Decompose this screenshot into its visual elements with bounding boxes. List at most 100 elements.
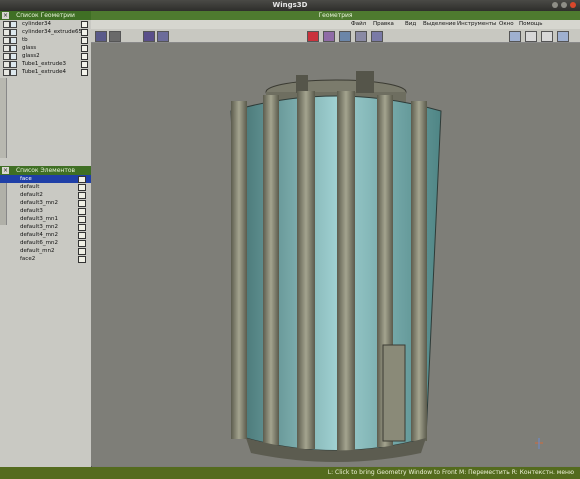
materials-list: face default default2 default3_mn2 defau… bbox=[0, 175, 91, 466]
lock-icon[interactable] bbox=[10, 45, 17, 52]
face-mode-icon[interactable] bbox=[143, 31, 155, 42]
menu-edit[interactable]: Правка bbox=[373, 20, 394, 29]
eye-icon[interactable] bbox=[3, 53, 10, 60]
material-checkbox[interactable] bbox=[78, 224, 86, 231]
list-item[interactable]: glass2 bbox=[0, 52, 91, 60]
material-checkbox[interactable] bbox=[78, 256, 86, 263]
ortho-view-icon[interactable] bbox=[307, 31, 319, 42]
list-item[interactable]: cylinder34 bbox=[0, 20, 91, 28]
lock-icon[interactable] bbox=[10, 29, 17, 36]
menu-window[interactable]: Окно bbox=[499, 20, 514, 29]
menu-select[interactable]: Выделение bbox=[423, 20, 456, 29]
material-checkbox[interactable] bbox=[78, 248, 86, 255]
material-label: default4_mn2 bbox=[20, 232, 58, 238]
wire-toggle[interactable] bbox=[81, 37, 88, 44]
geometry-window-header: Геометрия bbox=[91, 11, 580, 20]
list-item[interactable]: Tube1_extrude3 bbox=[0, 60, 91, 68]
eye-icon[interactable] bbox=[3, 21, 10, 28]
list-item[interactable]: cylinder34_extrude65 bbox=[0, 28, 91, 36]
menu-view[interactable]: Вид bbox=[405, 20, 416, 29]
object-label: Tube1_extrude4 bbox=[22, 69, 66, 75]
material-checkbox[interactable] bbox=[78, 176, 86, 183]
list-item[interactable]: default3_mn1 bbox=[0, 215, 91, 223]
outliner-header: × Список Геометрии bbox=[0, 11, 91, 20]
list-item[interactable]: default3 bbox=[0, 207, 91, 215]
wire-toggle[interactable] bbox=[81, 69, 88, 76]
wire-toggle[interactable] bbox=[81, 29, 88, 36]
close-icon[interactable]: × bbox=[2, 12, 9, 19]
list-item[interactable]: default6_mn2 bbox=[0, 239, 91, 247]
materials-title: Список Элементов bbox=[15, 167, 76, 174]
object-label: tb bbox=[22, 37, 28, 43]
lock-icon[interactable] bbox=[10, 61, 17, 68]
close-icon[interactable]: × bbox=[2, 167, 9, 174]
material-label: default3_mn1 bbox=[20, 216, 58, 222]
material-checkbox[interactable] bbox=[78, 232, 86, 239]
list-item[interactable]: default3_mn2 bbox=[0, 223, 91, 231]
groundplane-icon[interactable] bbox=[355, 31, 367, 42]
lock-icon[interactable] bbox=[10, 53, 17, 60]
body-mode-icon[interactable] bbox=[157, 31, 169, 42]
list-item[interactable]: default3_mn2 bbox=[0, 199, 91, 207]
material-label: default2 bbox=[20, 192, 43, 198]
lock-icon[interactable] bbox=[10, 21, 17, 28]
materials-header: × Список Элементов bbox=[0, 166, 91, 175]
list-item[interactable]: glass bbox=[0, 44, 91, 52]
menu-file[interactable]: Файл bbox=[351, 20, 366, 29]
menu-tools[interactable]: Инструменты bbox=[457, 20, 496, 29]
material-label: default_mn2 bbox=[20, 248, 55, 254]
vertex-mode-icon[interactable] bbox=[95, 31, 107, 42]
material-label: face bbox=[20, 176, 32, 182]
toolbar bbox=[91, 29, 580, 43]
object-label: glass bbox=[22, 45, 37, 51]
list-item[interactable]: face bbox=[0, 175, 91, 183]
menu-help[interactable]: Помощь bbox=[519, 20, 542, 29]
material-label: default6_mn2 bbox=[20, 240, 58, 246]
eye-icon[interactable] bbox=[3, 61, 10, 68]
axes-icon[interactable] bbox=[371, 31, 383, 42]
left-sidebar: × Список Геометрии cylinder34 cylinder34… bbox=[0, 11, 92, 467]
list-item[interactable]: default_mn2 bbox=[0, 247, 91, 255]
tower-model bbox=[230, 71, 543, 462]
material-checkbox[interactable] bbox=[78, 216, 86, 223]
eye-icon[interactable] bbox=[3, 37, 10, 44]
eye-icon[interactable] bbox=[3, 45, 10, 52]
open-icon[interactable] bbox=[541, 31, 553, 42]
material-checkbox[interactable] bbox=[78, 184, 86, 191]
eye-icon[interactable] bbox=[3, 29, 10, 36]
save-icon[interactable] bbox=[525, 31, 537, 42]
material-label: default3_mn2 bbox=[20, 200, 58, 206]
geometry-window: Геометрия Файл Правка Вид Выделение Инст… bbox=[91, 11, 580, 467]
smooth-shade-icon[interactable] bbox=[323, 31, 335, 42]
object-label: cylinder34 bbox=[22, 21, 51, 27]
wireframe-icon[interactable] bbox=[339, 31, 351, 42]
list-item[interactable]: face2 bbox=[0, 255, 91, 263]
wire-toggle[interactable] bbox=[81, 53, 88, 60]
list-item[interactable]: default2 bbox=[0, 191, 91, 199]
material-checkbox[interactable] bbox=[78, 200, 86, 207]
object-label: Tube1_extrude3 bbox=[22, 61, 66, 67]
outliner-scrollbar[interactable] bbox=[0, 78, 7, 158]
material-label: default bbox=[20, 184, 40, 190]
object-label: cylinder34_extrude65 bbox=[22, 29, 83, 35]
3d-viewport[interactable] bbox=[91, 43, 580, 466]
wire-toggle[interactable] bbox=[81, 21, 88, 28]
list-item[interactable]: tb bbox=[0, 36, 91, 44]
material-label: default3_mn2 bbox=[20, 224, 58, 230]
material-checkbox[interactable] bbox=[78, 240, 86, 247]
material-label: default3 bbox=[20, 208, 43, 214]
next-icon[interactable] bbox=[557, 31, 569, 42]
material-checkbox[interactable] bbox=[78, 192, 86, 199]
material-checkbox[interactable] bbox=[78, 208, 86, 215]
eye-icon[interactable] bbox=[3, 69, 10, 76]
lock-icon[interactable] bbox=[10, 69, 17, 76]
material-label: face2 bbox=[20, 256, 36, 262]
list-item[interactable]: Tube1_extrude4 bbox=[0, 68, 91, 76]
lock-icon[interactable] bbox=[10, 37, 17, 44]
list-item[interactable]: default bbox=[0, 183, 91, 191]
edge-mode-icon[interactable] bbox=[109, 31, 121, 42]
list-item[interactable]: default4_mn2 bbox=[0, 231, 91, 239]
undo-icon[interactable] bbox=[509, 31, 521, 42]
wire-toggle[interactable] bbox=[81, 45, 88, 52]
wire-toggle[interactable] bbox=[81, 61, 88, 68]
